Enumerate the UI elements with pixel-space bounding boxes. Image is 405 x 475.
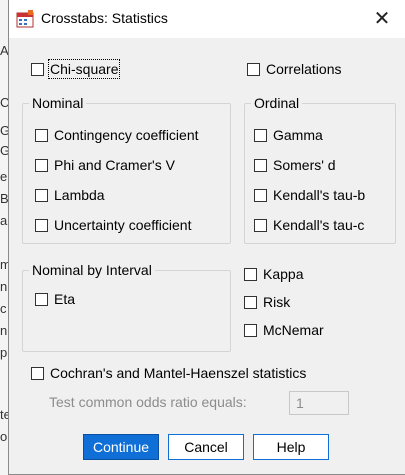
ordinal-group-title: Ordinal <box>251 95 303 111</box>
checkbox-box[interactable] <box>254 188 267 202</box>
checkbox-box[interactable] <box>254 218 267 232</box>
gamma-checkbox[interactable]: Gamma <box>254 125 323 145</box>
checkbox-box[interactable] <box>35 218 48 232</box>
background-text: p <box>0 345 8 360</box>
nominal-group-title: Nominal <box>29 95 87 111</box>
common-odds-ratio-input[interactable] <box>289 391 349 415</box>
somers-d-label: Somers' d <box>273 157 336 173</box>
somers-d-checkbox[interactable]: Somers' d <box>254 155 336 175</box>
correlations-label: Correlations <box>266 61 342 77</box>
chi-square-label: Chi-square <box>47 59 121 79</box>
continue-button[interactable]: Continue <box>83 434 159 460</box>
eta-checkbox[interactable]: Eta <box>35 289 75 309</box>
checkbox-box[interactable] <box>244 295 257 309</box>
checkbox-box[interactable] <box>31 62 44 76</box>
kendalls-tau-b-label: Kendall's tau-b <box>273 187 366 203</box>
background-text: n <box>0 323 8 338</box>
help-button[interactable]: Help <box>253 434 329 460</box>
lambda-label: Lambda <box>54 187 105 203</box>
kendalls-tau-c-checkbox[interactable]: Kendall's tau-c <box>254 215 364 235</box>
lambda-checkbox[interactable]: Lambda <box>35 185 105 205</box>
eta-label: Eta <box>54 291 76 307</box>
checkbox-box[interactable] <box>35 158 48 172</box>
mcnemar-checkbox[interactable]: McNemar <box>244 320 324 340</box>
risk-checkbox[interactable]: Risk <box>244 292 290 312</box>
uncertainty-coefficient-checkbox[interactable]: Uncertainty coefficient <box>35 215 191 235</box>
correlations-checkbox[interactable]: Correlations <box>247 59 341 79</box>
nominal-group: Nominal Contingency coefficient Phi and … <box>22 95 231 244</box>
risk-label: Risk <box>263 294 291 310</box>
checkbox-box[interactable] <box>35 128 48 142</box>
close-icon: ✕ <box>373 8 391 30</box>
cochran-mantel-haenszel-label: Cochran's and Mantel-Haenszel statistics <box>50 365 307 381</box>
crosstabs-statistics-dialog: Crosstabs: Statistics ✕ Chi-square Corre… <box>8 0 405 475</box>
kappa-label: Kappa <box>263 266 304 282</box>
background-text: n <box>0 279 8 294</box>
background-text: a <box>0 213 8 228</box>
checkbox-box[interactable] <box>247 62 260 76</box>
kappa-checkbox[interactable]: Kappa <box>244 264 303 284</box>
close-button[interactable]: ✕ <box>369 6 395 32</box>
kendalls-tau-c-label: Kendall's tau-c <box>273 217 365 233</box>
checkbox-box[interactable] <box>254 128 267 142</box>
phi-cramers-v-label: Phi and Cramer's V <box>54 157 175 173</box>
common-odds-ratio-label: Test common odds ratio equals: <box>49 394 247 410</box>
background-text: o <box>0 429 8 444</box>
checkbox-box[interactable] <box>244 267 257 281</box>
cancel-button[interactable]: Cancel <box>168 434 244 460</box>
phi-cramers-v-checkbox[interactable]: Phi and Cramer's V <box>35 155 175 175</box>
background-text: c <box>0 301 7 316</box>
checkbox-box[interactable] <box>35 188 48 202</box>
ordinal-group: Ordinal Gamma Somers' d Kendall's tau-b … <box>244 95 396 244</box>
dialog-title: Crosstabs: Statistics <box>41 10 168 26</box>
checkbox-box[interactable] <box>35 292 48 306</box>
checkbox-box[interactable] <box>254 158 267 172</box>
nominal-by-interval-group: Nominal by Interval Eta <box>22 262 231 352</box>
kendalls-tau-b-checkbox[interactable]: Kendall's tau-b <box>254 185 365 205</box>
checkbox-box[interactable] <box>31 366 44 380</box>
chi-square-checkbox[interactable]: Chi-square <box>31 59 121 79</box>
nominal-by-interval-group-title: Nominal by Interval <box>29 262 155 278</box>
uncertainty-coefficient-label: Uncertainty coefficient <box>54 217 192 233</box>
checkbox-box[interactable] <box>244 323 257 337</box>
background-text: e <box>0 169 8 184</box>
cochran-mantel-haenszel-checkbox[interactable]: Cochran's and Mantel-Haenszel statistics <box>31 363 306 383</box>
contingency-coefficient-label: Contingency coefficient <box>54 127 199 143</box>
gamma-label: Gamma <box>273 127 323 143</box>
title-bar: Crosstabs: Statistics ✕ <box>9 0 405 38</box>
mcnemar-label: McNemar <box>263 322 324 338</box>
contingency-coefficient-checkbox[interactable]: Contingency coefficient <box>35 125 199 145</box>
spss-crosstabs-icon <box>16 10 34 28</box>
